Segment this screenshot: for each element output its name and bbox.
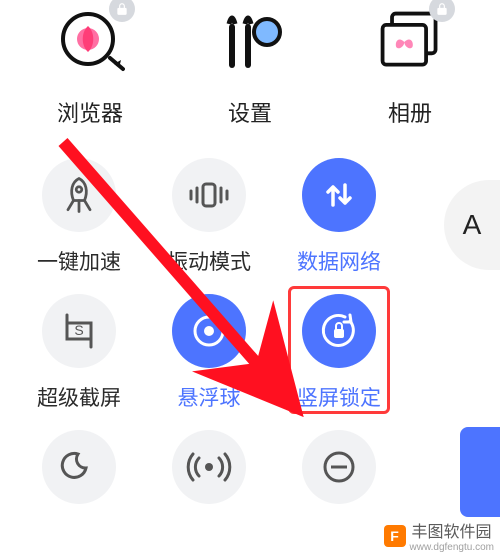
screenshot-icon: S bbox=[42, 294, 116, 368]
portrait-lock-icon bbox=[302, 294, 376, 368]
app-browser[interactable]: 浏览器 bbox=[15, 6, 165, 128]
settings-icon bbox=[215, 6, 285, 76]
dnd-icon bbox=[302, 430, 376, 504]
side-handle[interactable] bbox=[460, 427, 500, 517]
browser-icon bbox=[55, 6, 125, 76]
tile-screenshot[interactable]: S 超级截屏 bbox=[14, 294, 144, 412]
tile-vibrate[interactable]: 振动模式 bbox=[144, 158, 274, 276]
quick-tiles-grid: 一键加速 振动模式 数据网络 bbox=[0, 128, 500, 504]
app-settings-label: 设置 bbox=[228, 96, 272, 128]
moon-icon bbox=[42, 430, 116, 504]
lock-icon bbox=[429, 0, 455, 22]
svg-text:S: S bbox=[74, 322, 83, 338]
tile-boost-label: 一键加速 bbox=[37, 246, 121, 276]
tile-float[interactable]: 悬浮球 bbox=[144, 294, 274, 412]
app-gallery-label: 相册 bbox=[388, 96, 432, 128]
tile-boost[interactable]: 一键加速 bbox=[14, 158, 144, 276]
tile-night[interactable] bbox=[14, 430, 144, 504]
rocket-icon bbox=[42, 158, 116, 232]
tile-data[interactable]: 数据网络 bbox=[274, 158, 404, 276]
watermark-url: www.dgfengtu.com bbox=[410, 542, 495, 553]
data-icon bbox=[302, 158, 376, 232]
app-browser-label: 浏览器 bbox=[57, 96, 123, 128]
app-settings[interactable]: 设置 bbox=[175, 6, 325, 128]
watermark: 丰图软件园 www.dgfengtu.com bbox=[384, 518, 495, 553]
float-icon bbox=[172, 294, 246, 368]
app-shortcut-row: 浏览器 设置 bbox=[0, 0, 500, 128]
tile-data-label: 数据网络 bbox=[297, 246, 381, 276]
vibrate-icon bbox=[172, 158, 246, 232]
tile-portrait-lock[interactable]: 竖屏锁定 bbox=[274, 294, 404, 412]
tile-screenshot-label: 超级截屏 bbox=[37, 382, 121, 412]
quick-settings-panel: { "apps": { "browser": { "label": "浏览器" … bbox=[0, 0, 500, 559]
watermark-logo bbox=[384, 525, 406, 547]
watermark-name: 丰图软件园 bbox=[412, 518, 495, 542]
tile-hotspot[interactable] bbox=[144, 430, 274, 504]
tile-dnd[interactable] bbox=[274, 430, 404, 504]
font-size-label: A bbox=[463, 209, 482, 241]
tile-float-label: 悬浮球 bbox=[178, 382, 241, 412]
gallery-icon bbox=[375, 6, 445, 76]
hotspot-icon bbox=[172, 430, 246, 504]
tile-portrait-label: 竖屏锁定 bbox=[297, 382, 381, 412]
lock-icon bbox=[109, 0, 135, 22]
tile-vibrate-label: 振动模式 bbox=[167, 246, 251, 276]
app-gallery[interactable]: 相册 bbox=[335, 6, 485, 128]
